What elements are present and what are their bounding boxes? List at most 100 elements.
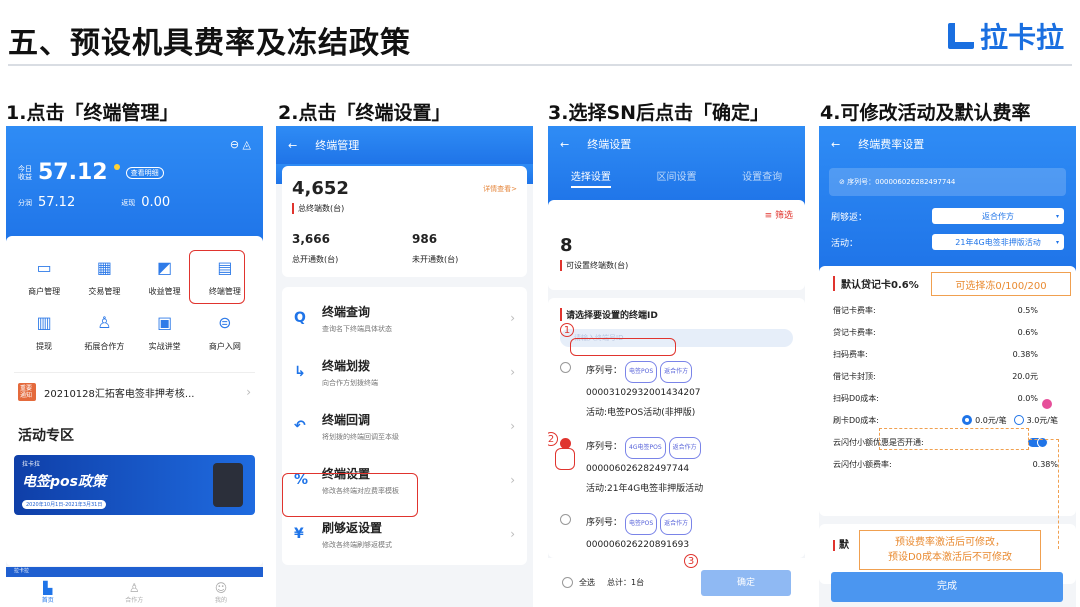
rate-row: 借记卡封顶: 20.0元 [819, 365, 1076, 387]
grid-label: 交易管理 [88, 287, 121, 296]
d0-cost-label: 刷卡D0成本: [833, 415, 879, 425]
activity-value: 21年4G电签非押版活动 [955, 237, 1041, 247]
chevron-right-icon: › [246, 385, 251, 399]
terminal-list: 序列号： 电签POS 返合作方 00003102932001434207 活动:电签PO… [560, 361, 793, 555]
grid-item-7[interactable]: ⊜ 商户入网 [195, 313, 255, 352]
divider [8, 64, 1072, 66]
notice-badge: 重要通知 [18, 383, 36, 401]
d0-option-2-radio[interactable] [1013, 415, 1024, 425]
rate-value: 0.38% [1012, 349, 1038, 359]
settings-header: ← 终端费率设置 ⊘ 序列号：000006026282497744 刷够返： 返合… [819, 126, 1076, 272]
menu-item-1[interactable]: ↳ 终端划拨 向合作方划拨终端 › [282, 345, 527, 399]
back-arrow-icon[interactable]: ← [560, 138, 569, 151]
grid-icon-6: ▣ [157, 313, 173, 332]
terminal-radio[interactable] [560, 514, 571, 525]
activity-label: 活动： [831, 238, 859, 249]
terminal-list-item[interactable]: 序列号： 4G电签POS 返合作方 000006026282497744 活动:21年4… [560, 437, 793, 499]
chevron-right-icon: › [510, 311, 515, 325]
tab-mine[interactable]: ☺ 我的 [215, 581, 228, 604]
filter-label: 筛选 [774, 211, 793, 221]
return-tag: 返合作方 [668, 437, 701, 459]
menu-item-0[interactable]: Q 终端查询 查询名下终端具体状态 › [282, 291, 527, 345]
today-amount: 57.12 [38, 160, 108, 185]
return-tag: 返合作方 [660, 361, 693, 383]
terminal-list-card: 请选择要设置的终端ID 请输入终端号ID 序列号： 电签POS 返合作方 000031… [548, 298, 805, 558]
return-value: 0.00 [141, 195, 171, 210]
banner2[interactable]: 拉卡拉 [6, 567, 263, 577]
grid-icon-5: ♙ [97, 313, 112, 332]
yunshanfu-rate-label: 云闪付小额费率: [833, 459, 892, 469]
detail-button[interactable]: 查看明细 [125, 166, 164, 179]
tab-settings-query[interactable]: 设置查询 [742, 168, 782, 188]
settable-count: 8 [560, 235, 573, 256]
d0-highlight [879, 428, 1029, 450]
today-label: 今日收益 [18, 164, 32, 181]
header-icons[interactable]: ⊖ ◬ [230, 138, 251, 151]
nav-title: 终端管理 [315, 139, 360, 152]
detail-link[interactable]: 详情查看> [483, 184, 517, 194]
menu-desc: 向合作方划拨终端 [322, 378, 378, 387]
sn-value: 00003102932001434207 [586, 388, 701, 398]
stats-card: 4,652 详情查看> 总终端数(台) 3,666 总开通数(台) 986 未开通数… [282, 166, 527, 277]
tab-range-settings[interactable]: 区间设置 [656, 168, 696, 188]
chevron-right-icon: › [510, 365, 515, 379]
filter-button[interactable]: ≡ 筛选 [560, 208, 793, 221]
notice-text: 20210128汇拓客电签非押考核... [44, 388, 195, 400]
menu-title: 终端查询 [322, 304, 371, 319]
split-label: 分润 [18, 198, 32, 207]
grid-item-1[interactable]: ▦ 交易管理 [74, 258, 134, 297]
activity-select[interactable]: 21年4G电签非押版活动 ▾ [932, 234, 1064, 250]
grid-item-5[interactable]: ♙ 拓展合作方 [74, 313, 134, 352]
serial-number: 序列号：000006026282497744 [847, 178, 956, 186]
grid-label: 实战讲堂 [148, 342, 181, 351]
rate-label: 借记卡封顶: [833, 371, 876, 381]
confirm-button[interactable]: 确定 [701, 569, 791, 596]
total-count: 4,652 [292, 178, 349, 199]
rate-value: 0.6% [1017, 327, 1038, 337]
total-label: 总终端数(台) [292, 203, 517, 214]
link-icon: ⊘ [839, 178, 845, 186]
step-4-label: 4.可修改活动及默认费率 [820, 102, 1031, 124]
step-2-label: 2.点击「终端设置」 [278, 102, 451, 124]
return-mode-select[interactable]: 返合作方 ▾ [932, 208, 1064, 224]
menu-icon: ¥ [294, 526, 304, 542]
notice-bar[interactable]: 重要通知 20210128汇拓客电签非押考核... › [14, 372, 255, 411]
nav-bar: ← 终端管理 [276, 126, 533, 164]
select-prompt: 请选择要设置的终端ID [560, 308, 793, 321]
grid-item-0[interactable]: ▭ 商户管理 [14, 258, 74, 297]
highlight-terminal-settings [282, 473, 418, 517]
back-arrow-icon[interactable]: ← [288, 139, 297, 152]
grid-item-4[interactable]: ▥ 提现 [14, 313, 74, 352]
sn-value: 000006026282497744 [586, 464, 690, 474]
step-3-label: 3.选择SN后点击「确定」 [548, 102, 770, 124]
earnings-header: ⊖ ◬ 今日收益 57.12 查看明细 分润 57.12 返现 0.00 [6, 126, 263, 246]
d0-option-1-radio[interactable] [962, 415, 973, 425]
unopened-label: 未开通数(台) [412, 255, 459, 264]
total-selected: 总计：1台 [607, 578, 645, 587]
menu-icon: ↳ [294, 364, 306, 380]
terminal-list-item[interactable]: 序列号： 电签POS 返合作方 000006026220891693 [560, 513, 793, 555]
select-all-radio[interactable] [562, 577, 573, 588]
grid-icon-1: ▦ [96, 258, 112, 277]
menu-item-2[interactable]: ↶ 终端回调 将划拨的终端回调至本级 › [282, 399, 527, 453]
back-arrow-icon[interactable]: ← [831, 138, 840, 151]
activity-value: 活动:电签POS活动(非押版) [586, 408, 696, 418]
grid-item-2[interactable]: ◩ 收益管理 [135, 258, 195, 297]
done-button[interactable]: 完成 [831, 572, 1063, 602]
grid-label: 提现 [36, 342, 53, 351]
rate-row: 扫码D0成本: 0.0% [819, 387, 1076, 409]
sn-label: 序列号： [586, 442, 623, 452]
phone-home: ⊖ ◬ 今日收益 57.12 查看明细 分润 57.12 返现 0.00 ▭ 商户… [6, 126, 263, 607]
tab-home[interactable]: ▙ 首页 [42, 581, 54, 604]
activity-section-title: 活动专区 [18, 428, 74, 444]
terminal-list-item[interactable]: 序列号： 电签POS 返合作方 00003102932001434207 活动:电签PO… [560, 361, 793, 423]
tab-partner[interactable]: ♙ 合作方 [125, 581, 143, 604]
activity-banner[interactable]: 拉卡拉 电签pos政策 2020年10月1日-2021年3月31日 [14, 455, 255, 515]
highlight-terminal-management [189, 250, 245, 304]
terminal-radio[interactable] [560, 362, 571, 373]
select-all-label: 全选 [579, 578, 595, 587]
highlight-checked-radio [555, 448, 575, 470]
grid-item-6[interactable]: ▣ 实战讲堂 [135, 313, 195, 352]
type-tag: 4G电签POS [625, 437, 666, 459]
tab-select-settings[interactable]: 选择设置 [570, 168, 611, 188]
